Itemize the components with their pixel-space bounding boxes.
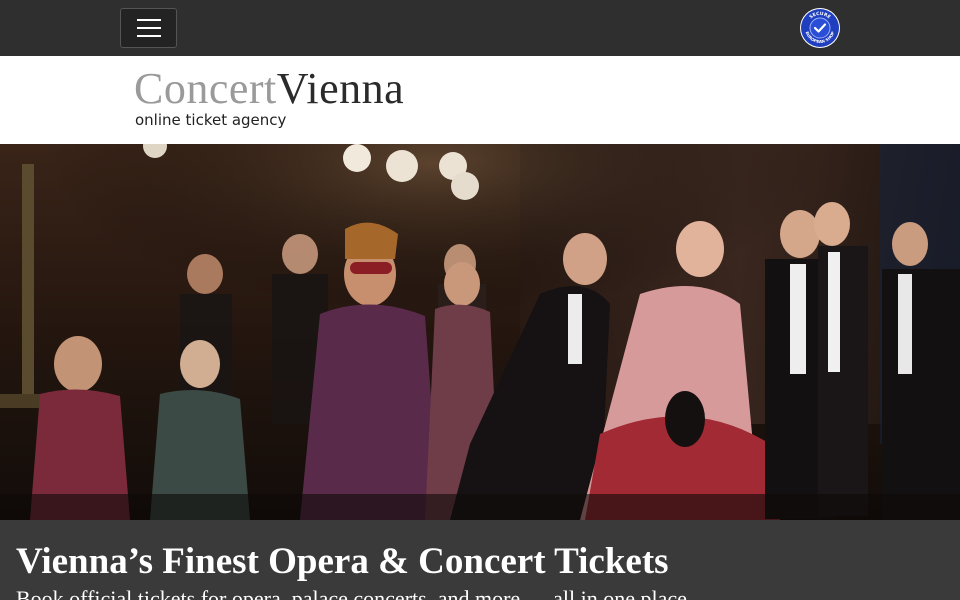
menu-toggle-button[interactable]: [120, 8, 177, 48]
hero-title: Vienna’s Finest Opera & Concert Tickets: [16, 541, 669, 582]
site-logo[interactable]: ConcertVienna: [134, 64, 404, 114]
opera-stage-performance-photo: [0, 144, 960, 520]
hamburger-menu-icon: [136, 19, 161, 21]
hero-subtitle: Book official tickets for opera, palace …: [16, 586, 693, 600]
site-tagline: online ticket agency: [135, 111, 287, 129]
secure-shop-badge-icon[interactable]: SECURE EUROPEAN SHOP: [798, 6, 842, 50]
hero-image: [0, 144, 960, 520]
brand-bar: ConcertVienna online ticket agency: [0, 56, 960, 144]
logo-text-concert: Concert: [134, 64, 277, 113]
top-navbar: SECURE EUROPEAN SHOP: [0, 0, 960, 56]
hamburger-menu-icon: [136, 35, 161, 37]
hamburger-menu-icon: [136, 27, 161, 29]
hero-caption: Vienna’s Finest Opera & Concert Tickets …: [0, 520, 960, 600]
logo-text-vienna: Vienna: [276, 64, 405, 113]
